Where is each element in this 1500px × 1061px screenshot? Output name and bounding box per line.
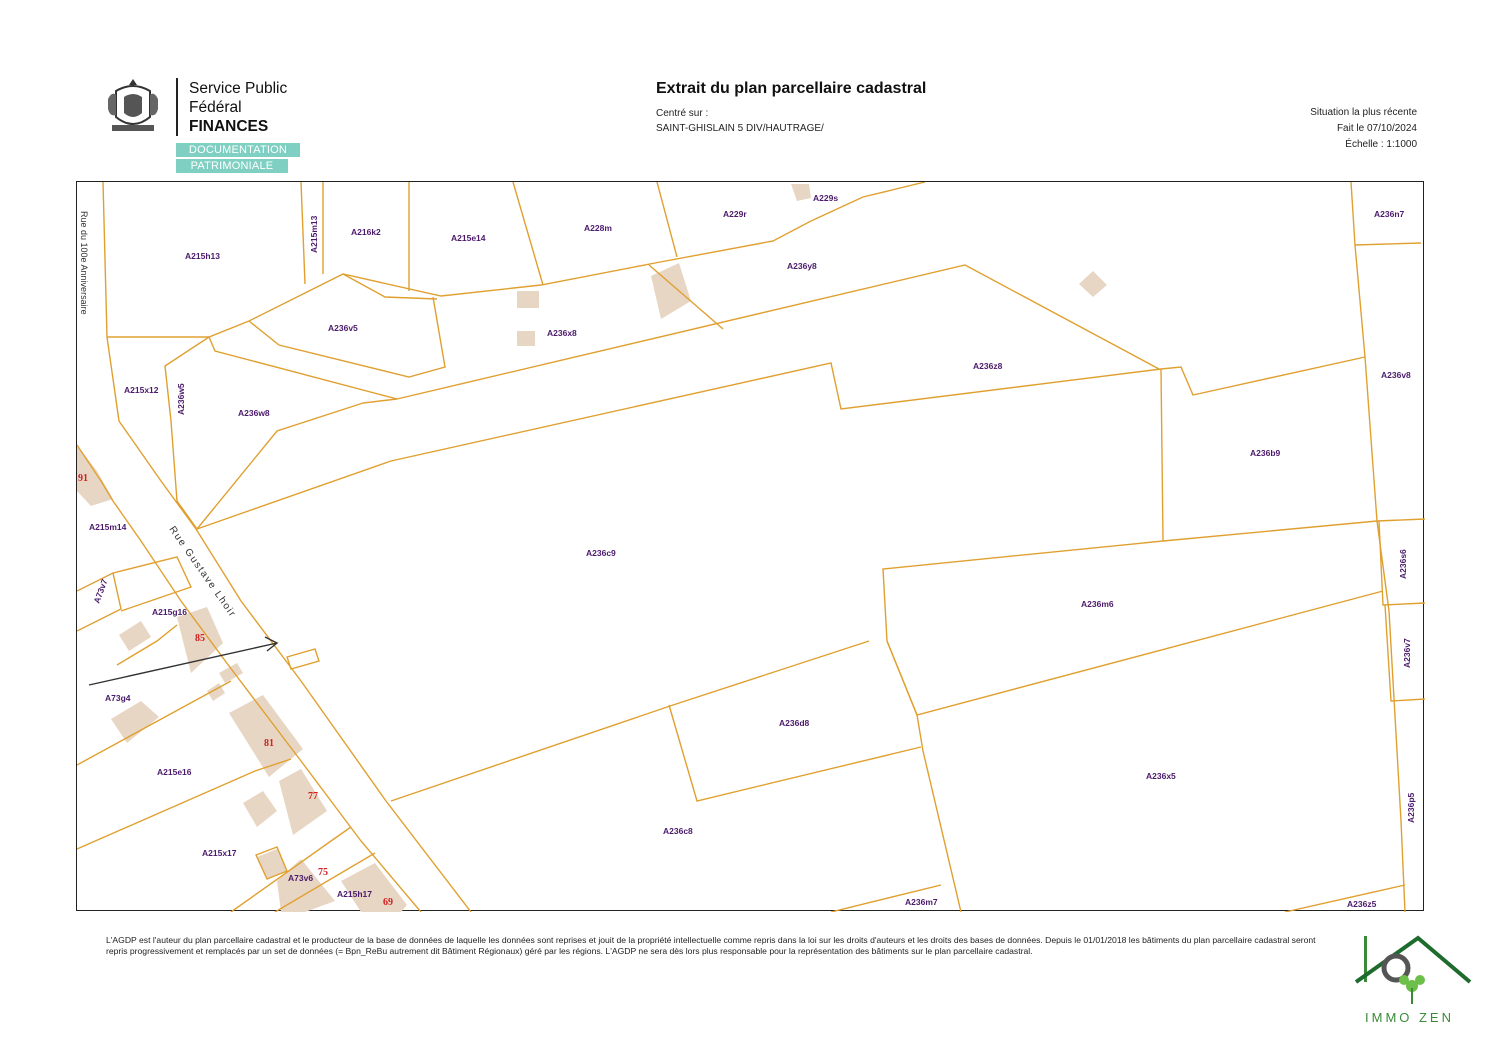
building	[341, 863, 407, 912]
parcel-label: A236d8	[779, 718, 810, 728]
building	[791, 184, 811, 201]
agency-line-1: Service Public	[189, 80, 288, 97]
parcel-label: A236z5	[1347, 899, 1377, 909]
parcel-label: A228m	[584, 223, 612, 233]
house-number: 91	[78, 473, 88, 484]
belgian-coat-of-arms-icon	[108, 79, 158, 131]
building	[279, 769, 327, 835]
parcel-label: A73v6	[288, 873, 313, 883]
parcel-label: A236c8	[663, 826, 693, 836]
building	[111, 701, 159, 743]
pointer-arrow	[88, 636, 279, 686]
building	[1079, 271, 1107, 297]
parcel-label: A236w5	[176, 383, 186, 415]
agency-name: Service Public Fédéral FINANCES	[189, 79, 287, 136]
parcel-label: A236b9	[1250, 448, 1281, 458]
house-numbers: 91 85 81 77 75 69	[78, 473, 393, 908]
parcel-label: A236p5	[1406, 792, 1416, 823]
parcel-label: A236c9	[586, 548, 616, 558]
building	[119, 621, 151, 651]
building	[517, 291, 539, 308]
house-number: 85	[195, 633, 205, 644]
parcel-label: A236v5	[328, 323, 358, 333]
parcel-label: A215e14	[451, 233, 486, 243]
house-number: 81	[264, 738, 274, 749]
parcel-label: A236x8	[547, 328, 577, 338]
parcel-label: A216k2	[351, 227, 381, 237]
parcel-label: A215h13	[185, 251, 220, 261]
parcel-label: A229s	[813, 193, 838, 203]
parcel-label: A73v7	[91, 577, 109, 604]
centre-value: SAINT-GHISLAIN 5 DIV/HAUTRAGE/	[656, 123, 824, 134]
parcel-label: A236n7	[1374, 209, 1405, 219]
parcel-label: A236v8	[1381, 370, 1411, 380]
parcel-label: A236w8	[238, 408, 270, 418]
parcel-label: A229r	[723, 209, 747, 219]
agency-line-3: FINANCES	[189, 118, 269, 135]
house-number: 75	[318, 867, 328, 878]
agency-line-2: Fédéral	[189, 99, 242, 116]
building	[517, 331, 535, 346]
map-canvas: Rue du 100e Anniversaire Rue Gustave Lho…	[77, 182, 1425, 912]
house-number: 77	[308, 791, 318, 802]
parcel-label: A215x17	[202, 848, 237, 858]
disclaimer-text: L'AGDP est l'auteur du plan parcellaire …	[106, 935, 1316, 956]
parcel-label: A215h17	[337, 889, 372, 899]
building	[229, 695, 303, 777]
date-text: Fait le 07/10/2024	[1336, 123, 1417, 134]
parcel-label: A236z8	[973, 361, 1003, 371]
parcel-label: A215m14	[89, 522, 127, 532]
house-number: 69	[383, 897, 393, 908]
parcel-label: A215g16	[152, 607, 187, 617]
centre-label: Centré sur :	[656, 108, 709, 119]
situation-text: Situation la plus récente	[1310, 107, 1417, 118]
parcel-label: A236y8	[787, 261, 817, 271]
scale-text: Échelle : 1:1000	[1345, 139, 1417, 150]
building	[243, 791, 277, 827]
page-title: Extrait du plan parcellaire cadastral	[656, 80, 927, 97]
parcel-label: A215m13	[309, 215, 319, 253]
logo-text: IMMO ZEN	[1365, 1010, 1454, 1025]
parcel-label: A236m6	[1081, 599, 1114, 609]
parcel-label: A236v7	[1402, 638, 1412, 668]
cadastral-map[interactable]: Rue du 100e Anniversaire Rue Gustave Lho…	[76, 181, 1425, 912]
badge-patrimoniale: PATRIMONIALE	[176, 159, 288, 173]
parcel-label: A73g4	[105, 693, 131, 703]
parcel-label: A236s6	[1398, 549, 1408, 579]
badge-documentation: DOCUMENTATION	[176, 143, 300, 157]
agency-divider	[176, 78, 178, 136]
parcel-label: A215x12	[124, 385, 159, 395]
parcel-label: A215e16	[157, 767, 192, 777]
parcel-label: A236x5	[1146, 771, 1176, 781]
parcel-boundaries	[77, 182, 1425, 912]
parcel-label: A236m7	[905, 897, 938, 907]
street-label-100e: Rue du 100e Anniversaire	[79, 211, 89, 315]
